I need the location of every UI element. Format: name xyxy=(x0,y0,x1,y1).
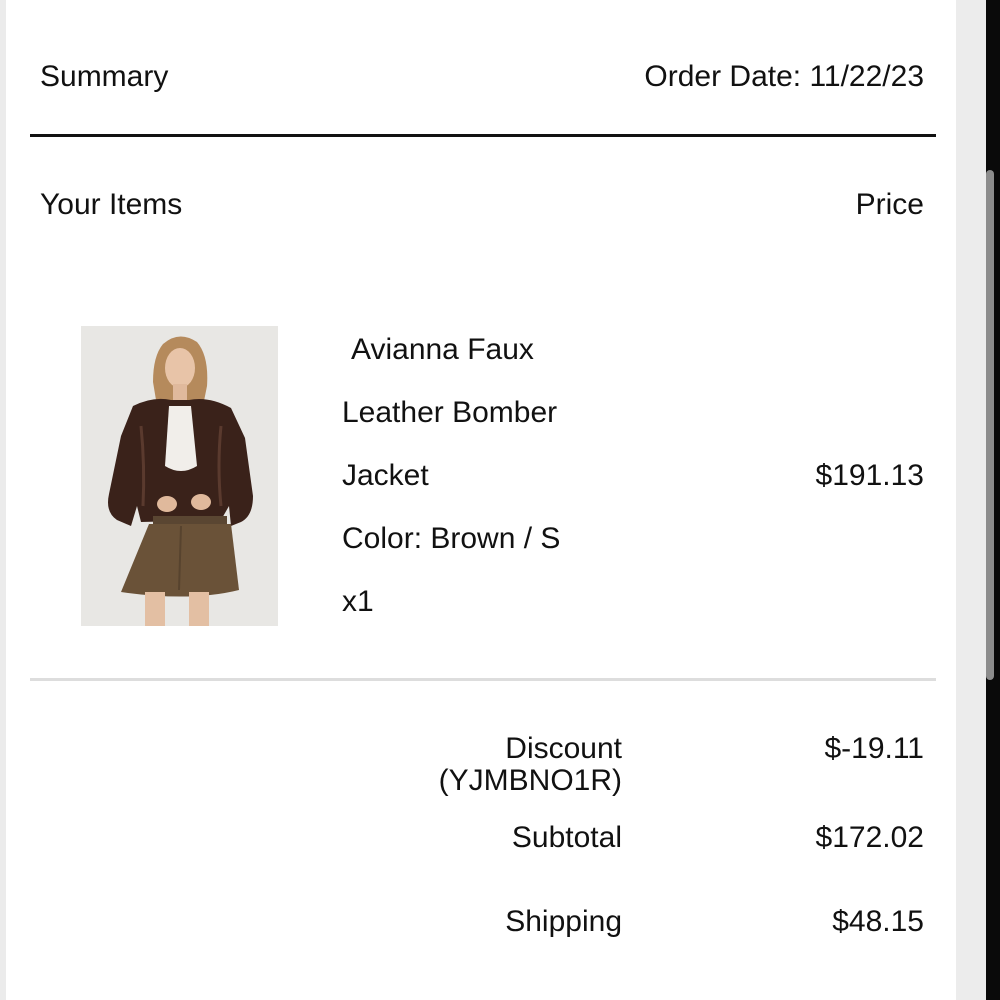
header-divider xyxy=(30,134,936,137)
items-divider xyxy=(30,678,936,681)
summary-title: Summary xyxy=(40,60,169,93)
price-column-label: Price xyxy=(855,188,924,221)
shipping-label: Shipping xyxy=(505,905,622,938)
order-summary-page: Summary Order Date: 11/22/23 Your Items … xyxy=(6,0,956,1000)
scrollbar-track[interactable] xyxy=(956,0,986,1000)
scrollbar-thumb[interactable] xyxy=(986,170,994,680)
discount-label: Discount xyxy=(505,732,622,765)
discount-code: (YJMBNO1R) xyxy=(438,764,622,797)
product-photo-icon xyxy=(81,326,278,626)
your-items-label: Your Items xyxy=(40,188,183,221)
item-variant: Color: Brown / S xyxy=(342,522,561,555)
product-image[interactable] xyxy=(81,326,278,626)
item-name-line-3[interactable]: Jacket xyxy=(342,459,429,493)
shipping-value: $48.15 xyxy=(832,905,924,938)
item-price: $191.13 xyxy=(815,459,924,492)
subtotal-label: Subtotal xyxy=(511,821,622,854)
order-date: Order Date: 11/22/23 xyxy=(644,60,924,93)
item-quantity: x1 xyxy=(342,585,374,618)
subtotal-value: $172.02 xyxy=(815,821,924,854)
item-name-line-2[interactable]: Leather Bomber xyxy=(342,396,557,430)
discount-value: $-19.11 xyxy=(824,732,924,765)
item-name-line-1[interactable]: Avianna Faux xyxy=(351,333,534,367)
